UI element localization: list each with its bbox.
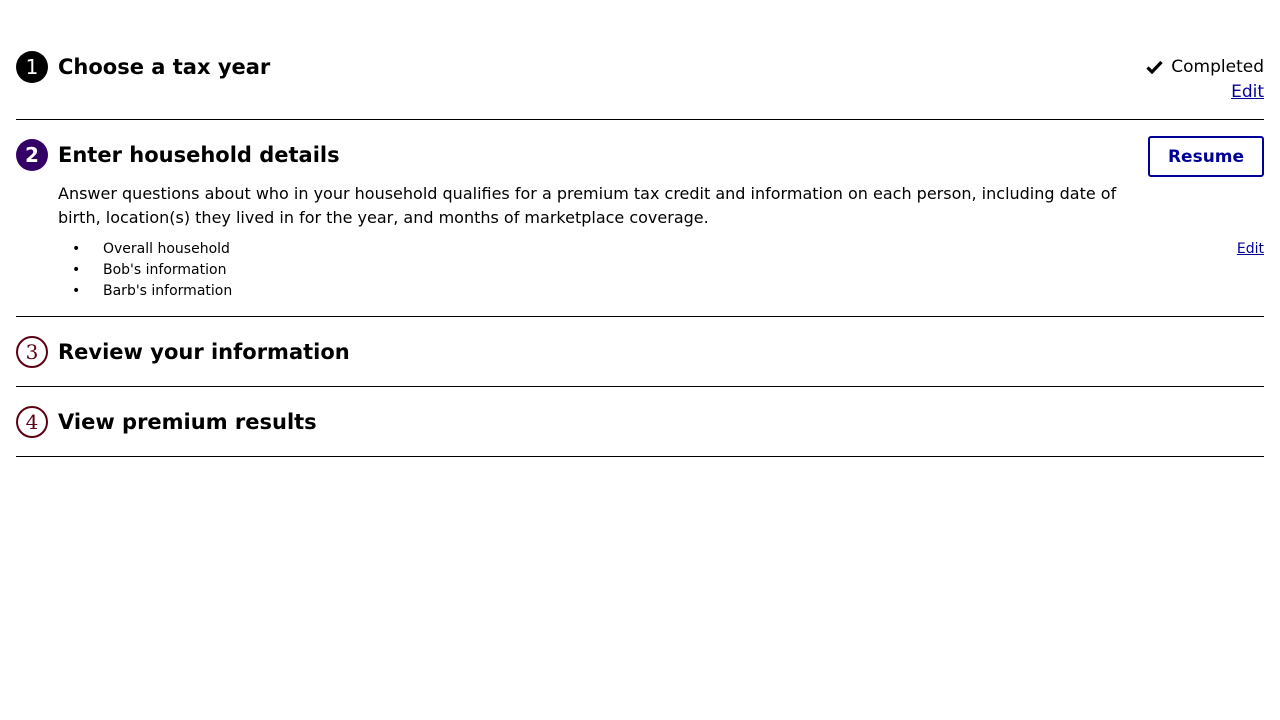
completed-label: Completed bbox=[1171, 57, 1264, 77]
step-list: 1 Choose a tax year Completed Edit 2 Ent… bbox=[16, 0, 1264, 457]
step-number-3: 3 bbox=[16, 336, 48, 368]
resume-button[interactable]: Resume bbox=[1148, 136, 1264, 177]
step-description: Answer questions about who in your house… bbox=[58, 184, 1117, 227]
list-item: • Bob's information bbox=[58, 260, 1222, 281]
list-item-label: Barb's information bbox=[103, 283, 233, 299]
list-item: • Overall household bbox=[58, 239, 1222, 260]
step-title-1: Choose a tax year bbox=[58, 55, 271, 79]
bullet: • bbox=[72, 283, 81, 299]
completed-status: Completed bbox=[1146, 56, 1264, 78]
list-item-label: Bob's information bbox=[103, 262, 227, 278]
household-subtask-list: • Overall household • Bob's information … bbox=[58, 239, 1222, 302]
bullet: • bbox=[72, 241, 81, 257]
step-title-4: View premium results bbox=[58, 410, 317, 434]
list-item-label: Overall household bbox=[103, 241, 230, 257]
step-choose-tax-year: 1 Choose a tax year Completed Edit bbox=[16, 0, 1264, 120]
step-view-results: 4 View premium results bbox=[16, 387, 1264, 457]
step-number-2: 2 bbox=[16, 139, 48, 171]
edit-household-link[interactable]: Edit bbox=[1237, 239, 1264, 260]
list-item: • Barb's information bbox=[58, 281, 1222, 302]
check-icon bbox=[1146, 60, 1163, 74]
step-number-4: 4 bbox=[16, 406, 48, 438]
step-title-2: Enter household details bbox=[58, 143, 340, 167]
step-number-1: 1 bbox=[16, 51, 48, 83]
bullet: • bbox=[72, 262, 81, 278]
step-review-information: 3 Review your information bbox=[16, 317, 1264, 387]
step-title-3: Review your information bbox=[58, 340, 350, 364]
step-household-details: 2 Enter household details Resume Answer … bbox=[16, 120, 1264, 317]
edit-tax-year-link[interactable]: Edit bbox=[1231, 81, 1264, 103]
